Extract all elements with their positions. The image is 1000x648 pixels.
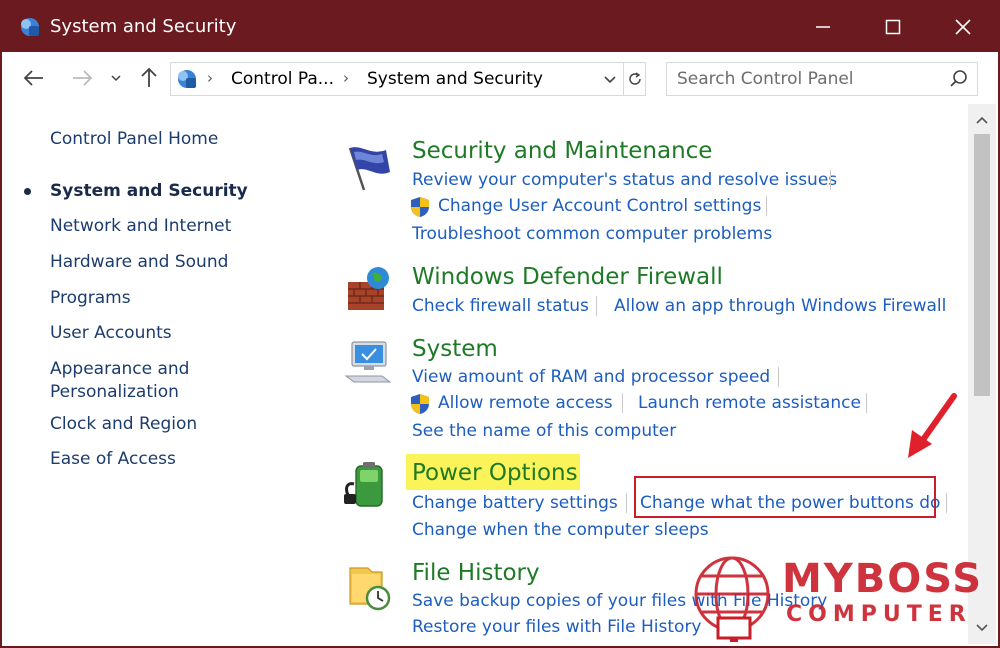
address-toolbar: › Control Pa... › System and Security — [2, 52, 998, 104]
flag-icon — [348, 147, 390, 191]
change-sleep-link[interactable]: Change when the computer sleeps — [412, 520, 709, 540]
scroll-up-button[interactable] — [968, 108, 996, 132]
nav-control-panel-home[interactable]: Control Panel Home — [50, 128, 218, 151]
refresh-button[interactable] — [623, 63, 645, 95]
change-power-buttons-link[interactable]: Change what the power buttons do — [640, 493, 940, 513]
watermark-line1: MYBOSS — [782, 556, 984, 602]
search-icon[interactable] — [949, 69, 969, 89]
review-status-link[interactable]: Review your computer's status and resolv… — [412, 170, 837, 190]
refresh-icon — [628, 72, 641, 85]
link-separator — [778, 367, 779, 387]
recent-dropdown-icon — [111, 75, 121, 82]
breadcrumb-control-panel[interactable]: Control Pa... — [231, 69, 334, 89]
firewall-title[interactable]: Windows Defender Firewall — [412, 264, 723, 290]
nav-clock-and-region[interactable]: Clock and Region — [50, 413, 197, 436]
computer-icon — [344, 341, 392, 383]
maximize-button[interactable] — [858, 2, 928, 52]
change-uac-link[interactable]: Change User Account Control settings — [438, 196, 761, 216]
control-panel-icon — [178, 70, 196, 88]
view-ram-link[interactable]: View amount of RAM and processor speed — [412, 367, 770, 387]
check-firewall-link[interactable]: Check firewall status — [412, 296, 589, 316]
left-navigation: Control Panel Home System and Security N… — [2, 104, 302, 644]
link-separator — [596, 296, 597, 316]
minimize-icon — [816, 26, 830, 28]
chevron-up-icon — [976, 116, 988, 124]
troubleshoot-link[interactable]: Troubleshoot common computer problems — [412, 224, 772, 244]
change-battery-settings-link[interactable]: Change battery settings — [412, 493, 618, 513]
nav-programs[interactable]: Programs — [50, 287, 131, 310]
up-arrow-icon — [141, 67, 157, 87]
control-panel-window: System and Security › Control Pa... › Sy… — [0, 0, 1000, 648]
recent-locations-button[interactable] — [108, 64, 124, 92]
nav-system-and-security[interactable]: System and Security — [50, 180, 248, 203]
dropdown-icon — [604, 76, 616, 84]
nav-appearance-and-personalization[interactable]: Appearance and — [50, 358, 189, 381]
maximize-icon — [885, 19, 901, 35]
uac-shield-icon — [411, 197, 429, 217]
scrollbar-thumb[interactable] — [974, 134, 990, 396]
file-history-title[interactable]: File History — [412, 560, 540, 586]
link-separator — [946, 493, 947, 513]
battery-plug-icon — [344, 462, 383, 507]
allow-app-firewall-link[interactable]: Allow an app through Windows Firewall — [614, 296, 946, 316]
breadcrumb-separator: › — [343, 69, 349, 87]
address-bar[interactable]: › Control Pa... › System and Security — [170, 62, 646, 96]
breadcrumb-system-security[interactable]: System and Security — [367, 69, 543, 89]
see-computer-name-link[interactable]: See the name of this computer — [412, 421, 676, 441]
annotation-arrow-icon — [908, 393, 957, 458]
file-history-icon — [349, 567, 391, 611]
control-panel-icon — [21, 18, 39, 36]
close-icon — [955, 19, 971, 35]
search-input[interactable] — [677, 67, 937, 91]
uac-shield-icon — [411, 394, 429, 414]
myboss-watermark: MYBOSS COMPUTER — [686, 550, 992, 646]
nav-network-and-internet[interactable]: Network and Internet — [50, 215, 231, 238]
up-button[interactable] — [136, 64, 162, 92]
active-bullet — [24, 188, 31, 195]
power-options-title[interactable]: Power Options — [412, 460, 578, 486]
nav-appearance-and-personalization-line2[interactable]: Personalization — [50, 381, 179, 404]
window-title: System and Security — [50, 16, 237, 37]
watermark-line2: COMPUTER — [786, 602, 972, 627]
breadcrumb-separator: › — [207, 69, 213, 87]
search-box[interactable] — [666, 62, 978, 96]
nav-user-accounts[interactable]: User Accounts — [50, 322, 172, 345]
launch-remote-assistance-link[interactable]: Launch remote assistance — [638, 393, 861, 413]
link-separator — [830, 170, 831, 190]
link-separator — [766, 196, 767, 216]
nav-hardware-and-sound[interactable]: Hardware and Sound — [50, 251, 228, 274]
system-title[interactable]: System — [412, 336, 498, 362]
back-arrow-icon — [23, 70, 43, 86]
globe-logo-icon — [694, 556, 770, 642]
address-dropdown-button[interactable] — [599, 63, 621, 95]
back-button[interactable] — [20, 64, 48, 92]
minimize-button[interactable] — [788, 2, 858, 52]
link-separator — [626, 493, 627, 513]
security-maintenance-title[interactable]: Security and Maintenance — [412, 138, 712, 164]
link-separator — [866, 393, 867, 413]
title-bar: System and Security — [2, 2, 998, 52]
close-button[interactable] — [928, 2, 998, 52]
forward-arrow-icon — [73, 70, 93, 86]
restore-files-link[interactable]: Restore your files with File History — [412, 617, 702, 637]
forward-button[interactable] — [68, 64, 96, 92]
nav-ease-of-access[interactable]: Ease of Access — [50, 448, 176, 471]
allow-remote-access-link[interactable]: Allow remote access — [438, 393, 613, 413]
firewall-icon — [348, 267, 389, 310]
link-separator — [622, 393, 623, 413]
